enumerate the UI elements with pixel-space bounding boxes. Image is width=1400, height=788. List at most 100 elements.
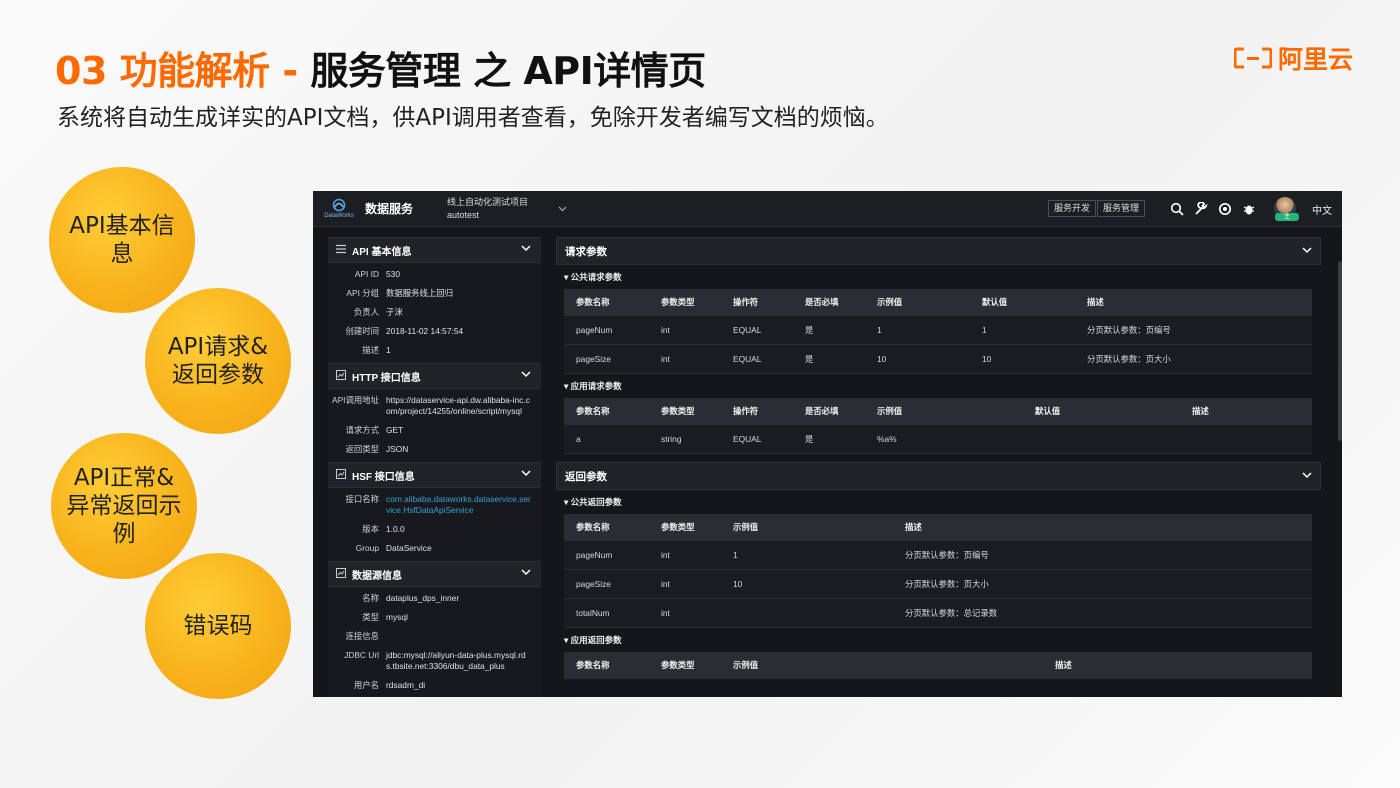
- table-cell: 分页默认参数：页大小: [1087, 354, 1171, 364]
- avatar-badge: 主: [1275, 213, 1299, 221]
- info-row: 用户名 rdsadm_di: [328, 676, 541, 695]
- public-request-params-toggle[interactable]: ▾ 公共请求参数: [556, 265, 1321, 289]
- search-icon[interactable]: [1169, 200, 1185, 218]
- column-header: 默认值: [1035, 406, 1061, 416]
- info-value: https://dataservice-api.dw.alibaba-inc.c…: [386, 395, 530, 416]
- table-header: 参数名称 参数类型 示例值 描述: [564, 514, 1312, 541]
- table-cell: pageSize: [576, 354, 611, 364]
- table-row[interactable]: a string EQUAL 是 %a%: [564, 425, 1312, 454]
- section-hsf-info[interactable]: HSF 接口信息: [328, 462, 541, 488]
- table-cell: int: [661, 550, 670, 560]
- app-request-table: 参数名称 参数类型 操作符 是否必填 示例值 默认值 描述 a string EQUAL 是 %a%: [564, 398, 1312, 454]
- info-row: 创建时间 2018-11-02 14:57:54: [328, 322, 541, 341]
- table-header: 参数名称 参数类型 操作符 是否必填 示例值 默认值 描述: [564, 289, 1312, 316]
- chart-icon: [336, 567, 346, 581]
- section-http-info[interactable]: HTTP 接口信息: [328, 363, 541, 389]
- section-datasource-info[interactable]: 数据源信息: [328, 561, 541, 587]
- info-row: 返回类型 JSON: [328, 440, 541, 459]
- chevron-down-icon[interactable]: [521, 469, 531, 480]
- chevron-down-icon[interactable]: [521, 568, 531, 579]
- chevron-down-icon[interactable]: [1302, 245, 1312, 257]
- section-request-params[interactable]: 请求参数: [556, 237, 1321, 265]
- table-cell: 1: [877, 325, 882, 335]
- section-title: 数据源信息: [352, 570, 402, 582]
- info-key: 连接信息: [345, 631, 380, 641]
- table-row[interactable]: totalNum int 分页默认参数：总记录数: [564, 599, 1312, 628]
- table-row[interactable]: pageNum int EQUAL 是 1 1 分页默认参数：页编号: [564, 316, 1312, 345]
- table-cell: 10: [733, 579, 743, 589]
- table-row[interactable]: pageSize int EQUAL 是 10 10 分页默认参数：页大小: [564, 345, 1312, 374]
- feature-circle-basic: API基本信息: [49, 167, 195, 313]
- project-selector[interactable]: 线上自动化测试项目 autotest: [447, 196, 552, 222]
- info-value: [386, 631, 531, 642]
- app-response-params-toggle[interactable]: ▾ 应用返回参数: [556, 628, 1321, 652]
- table-cell: EQUAL: [733, 434, 762, 444]
- column-header: 示例值: [877, 297, 903, 307]
- section-basic-info[interactable]: API 基本信息: [328, 237, 541, 263]
- column-header: 参数类型: [661, 406, 695, 416]
- info-value: 1: [386, 345, 391, 355]
- info-key: Group: [355, 543, 379, 553]
- info-key: 名称: [362, 593, 379, 603]
- info-key: JDBC Url: [344, 650, 379, 660]
- app-name: 数据服务: [365, 202, 414, 216]
- info-row: Group DataService: [328, 539, 541, 558]
- info-value: 530: [386, 269, 400, 279]
- chevron-down-icon[interactable]: [521, 370, 531, 381]
- public-response-params-toggle[interactable]: ▾ 公共返回参数: [556, 490, 1321, 514]
- bug-icon[interactable]: [1241, 200, 1257, 218]
- service-dev-button[interactable]: 服务开发: [1048, 200, 1097, 217]
- chevron-down-icon[interactable]: [1302, 470, 1312, 482]
- info-row: 描述 1: [328, 341, 541, 360]
- column-header: 描述: [1192, 406, 1209, 416]
- table-cell: pageNum: [576, 325, 613, 335]
- app-request-params-toggle[interactable]: ▾ 应用请求参数: [556, 374, 1321, 398]
- table-cell: string: [661, 434, 682, 444]
- info-key: 请求方式: [345, 425, 380, 435]
- info-key: API调用地址: [332, 395, 379, 405]
- info-row: 请求方式 GET: [328, 421, 541, 440]
- info-row: 名称 dataplus_dps_inner: [328, 589, 541, 608]
- table-cell: 分页默认参数：页编号: [1087, 325, 1171, 335]
- chevron-down-icon[interactable]: [521, 244, 531, 255]
- dataworks-logo[interactable]: DataWorks: [321, 198, 357, 219]
- info-key: 负责人: [353, 307, 379, 317]
- info-key: 创建时间: [345, 326, 380, 336]
- table-cell: 分页默认参数：总记录数: [905, 608, 998, 618]
- service-manage-button[interactable]: 服务管理: [1097, 200, 1146, 217]
- column-header: 描述: [1087, 297, 1104, 307]
- column-header: 参数名称: [576, 660, 610, 670]
- slide-subtitle: 系统将自动生成详实的API文档，供API调用者查看，免除开发者编写文档的烦恼。: [57, 105, 889, 131]
- brand-logo: 阿里云: [1234, 40, 1353, 76]
- info-key: 返回类型: [345, 444, 380, 454]
- table-cell: a: [576, 434, 581, 444]
- top-bar: DataWorks 数据服务 线上自动化测试项目 autotest 服务开发 服…: [313, 191, 1342, 227]
- support-icon[interactable]: [1217, 200, 1233, 218]
- table-row[interactable]: pageSize int 10 分页默认参数：页大小: [564, 570, 1312, 599]
- title-number: 03: [55, 49, 107, 93]
- section-title: 请求参数: [565, 245, 607, 258]
- info-row: API ID 530: [328, 265, 541, 284]
- column-header: 描述: [905, 522, 922, 532]
- table-cell: 是: [805, 325, 814, 335]
- column-header: 参数名称: [576, 406, 610, 416]
- info-value: GET: [386, 425, 404, 435]
- public-request-table: 参数名称 参数类型 操作符 是否必填 示例值 默认值 描述 pageNum int EQUAL 是 1…: [564, 289, 1312, 374]
- table-cell: int: [661, 325, 670, 335]
- project-id: autotest: [447, 209, 480, 220]
- section-response-params[interactable]: 返回参数: [556, 462, 1321, 490]
- column-header: 是否必填: [805, 406, 839, 416]
- info-value: DataService: [386, 543, 432, 553]
- slide-title: 03 功能解析 - 服务管理 之 API详情页: [55, 40, 706, 95]
- scrollbar[interactable]: [1338, 261, 1342, 441]
- language-switch[interactable]: 中文: [1312, 202, 1332, 217]
- info-value-link[interactable]: com.alibaba.dataworks.dataservice.servic…: [386, 494, 531, 516]
- column-header: 参数类型: [661, 297, 695, 307]
- wrench-icon[interactable]: [1193, 200, 1209, 218]
- table-row[interactable]: pageNum int 1 分页默认参数：页编号: [564, 541, 1312, 570]
- app-screenshot: DataWorks 数据服务 线上自动化测试项目 autotest 服务开发 服…: [313, 191, 1342, 697]
- chevron-down-icon[interactable]: [558, 204, 567, 214]
- info-key: API 分组: [346, 288, 379, 298]
- table-header: 参数名称 参数类型 操作符 是否必填 示例值 默认值 描述: [564, 398, 1312, 425]
- info-row: 负责人 子洣: [328, 303, 541, 322]
